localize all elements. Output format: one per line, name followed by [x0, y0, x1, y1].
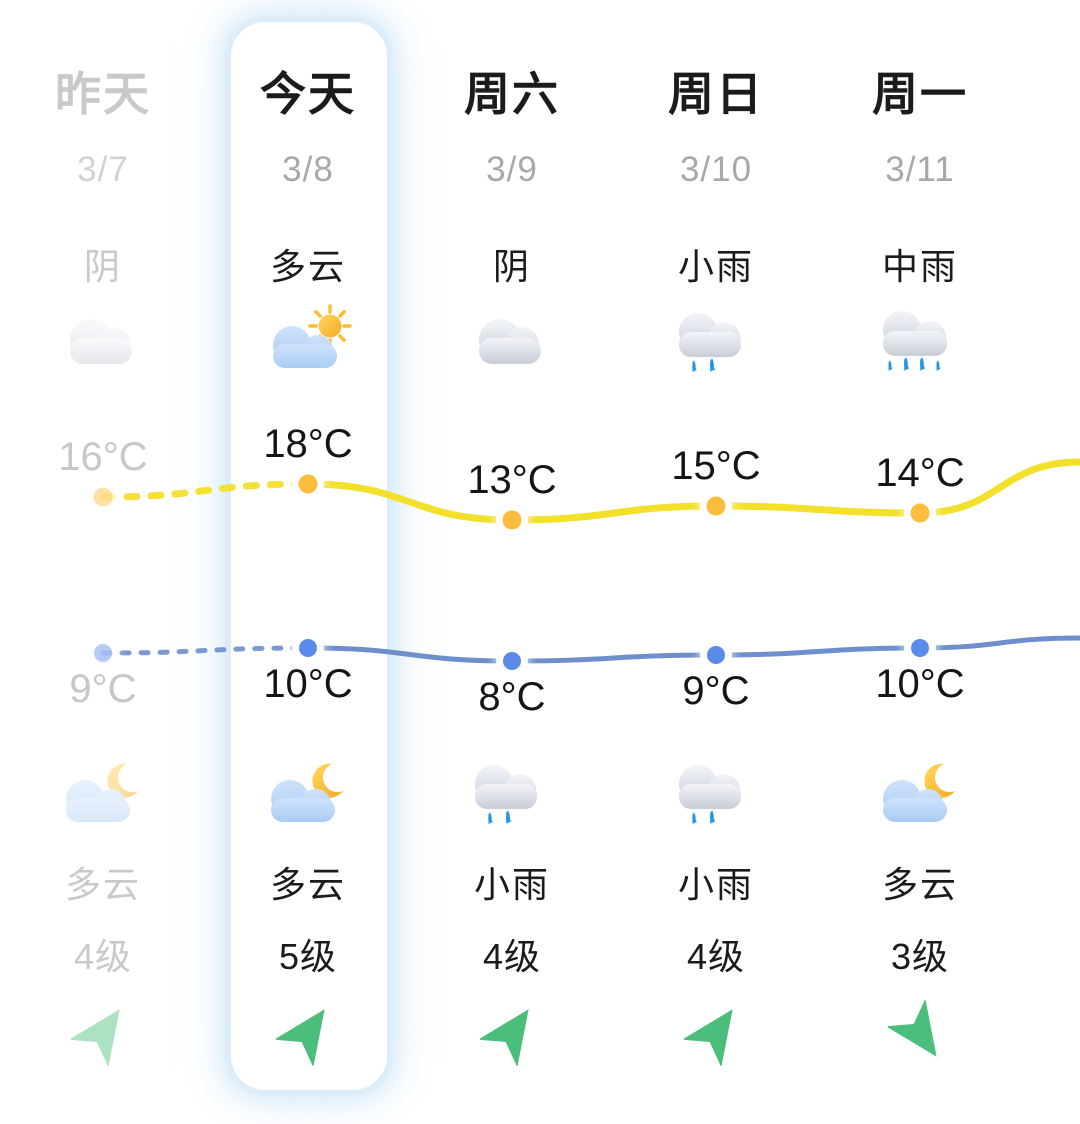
day-condition-0: 阴 — [83, 246, 122, 287]
wind-level-4: 3级 — [890, 936, 950, 977]
night-condition-2: 小雨 — [473, 864, 550, 905]
day-condition-3: 小雨 — [677, 246, 754, 287]
forecast-column-2[interactable]: 周六 3/9 阴 小雨 4级 — [410, 0, 614, 1124]
low-temp-label-4: 10°C — [875, 662, 965, 706]
day-label-3: 周日 — [668, 68, 764, 120]
wind-level-3: 4级 — [686, 936, 746, 977]
low-temp-label-0: 9°C — [69, 667, 137, 711]
night-condition-4: 多云 — [881, 864, 958, 905]
high-temp-label-0: 16°C — [58, 435, 148, 479]
rain-light-icon — [656, 300, 776, 392]
date-label-4: 3/11 — [885, 150, 955, 189]
forecast-column-0[interactable]: 昨天 3/7 阴 多云 4级 — [1, 0, 205, 1124]
rain-light-icon — [452, 752, 572, 844]
date-label-3: 3/10 — [679, 150, 753, 189]
day-label-1: 今天 — [260, 68, 356, 120]
wind-arrow-icon — [274, 1000, 340, 1068]
forecast-column-1[interactable]: 今天 3/8 多云 多云 5级 — [206, 0, 410, 1124]
date-label-0: 3/7 — [77, 150, 129, 189]
night-condition-0: 多云 — [64, 864, 141, 905]
sun-cloud-icon — [248, 300, 368, 392]
wind-arrow-icon — [886, 998, 952, 1066]
wind-level-1: 5级 — [278, 936, 338, 977]
high-temp-label-1: 18°C — [263, 422, 353, 466]
rain-moderate-icon — [860, 300, 980, 392]
wind-level-2: 4级 — [482, 936, 542, 977]
day-condition-2: 阴 — [492, 246, 531, 287]
date-label-2: 3/9 — [486, 150, 538, 189]
low-temp-label-2: 8°C — [478, 675, 546, 719]
wind-arrow-icon — [682, 1000, 748, 1068]
day-label-0: 昨天 — [55, 68, 151, 120]
moon-cloud-icon — [43, 752, 163, 844]
night-condition-3: 小雨 — [677, 864, 754, 905]
low-temp-label-1: 10°C — [263, 662, 353, 706]
forecast-column-5-partial[interactable] — [1022, 0, 1080, 1124]
rain-light-icon — [656, 752, 776, 844]
wind-arrow-icon — [478, 1000, 544, 1068]
weather-forecast-panel: 昨天 3/7 阴 多云 4级 今天 3/8 多云 多云 5级 周六 3/9 阴 … — [0, 0, 1080, 1124]
cloud-overcast-icon — [452, 300, 572, 392]
night-condition-1: 多云 — [269, 864, 346, 905]
day-condition-1: 多云 — [269, 246, 346, 287]
day-label-4: 周一 — [872, 68, 968, 120]
moon-cloud-icon — [860, 752, 980, 844]
day-condition-4: 中雨 — [881, 246, 958, 287]
forecast-column-3[interactable]: 周日 3/10 小雨 小雨 4级 — [614, 0, 818, 1124]
moon-cloud-icon — [248, 752, 368, 844]
date-label-1: 3/8 — [282, 150, 334, 189]
high-temp-label-4: 14°C — [875, 451, 965, 495]
forecast-column-4[interactable]: 周一 3/11 中雨 多云 3级 — [818, 0, 1022, 1124]
wind-arrow-icon — [69, 1000, 135, 1068]
wind-level-0: 4级 — [73, 936, 133, 977]
high-temp-label-2: 13°C — [467, 458, 557, 502]
day-label-2: 周六 — [464, 68, 560, 120]
low-temp-label-3: 9°C — [682, 669, 750, 713]
cloud-overcast-icon — [43, 300, 163, 392]
high-temp-label-3: 15°C — [671, 444, 761, 488]
